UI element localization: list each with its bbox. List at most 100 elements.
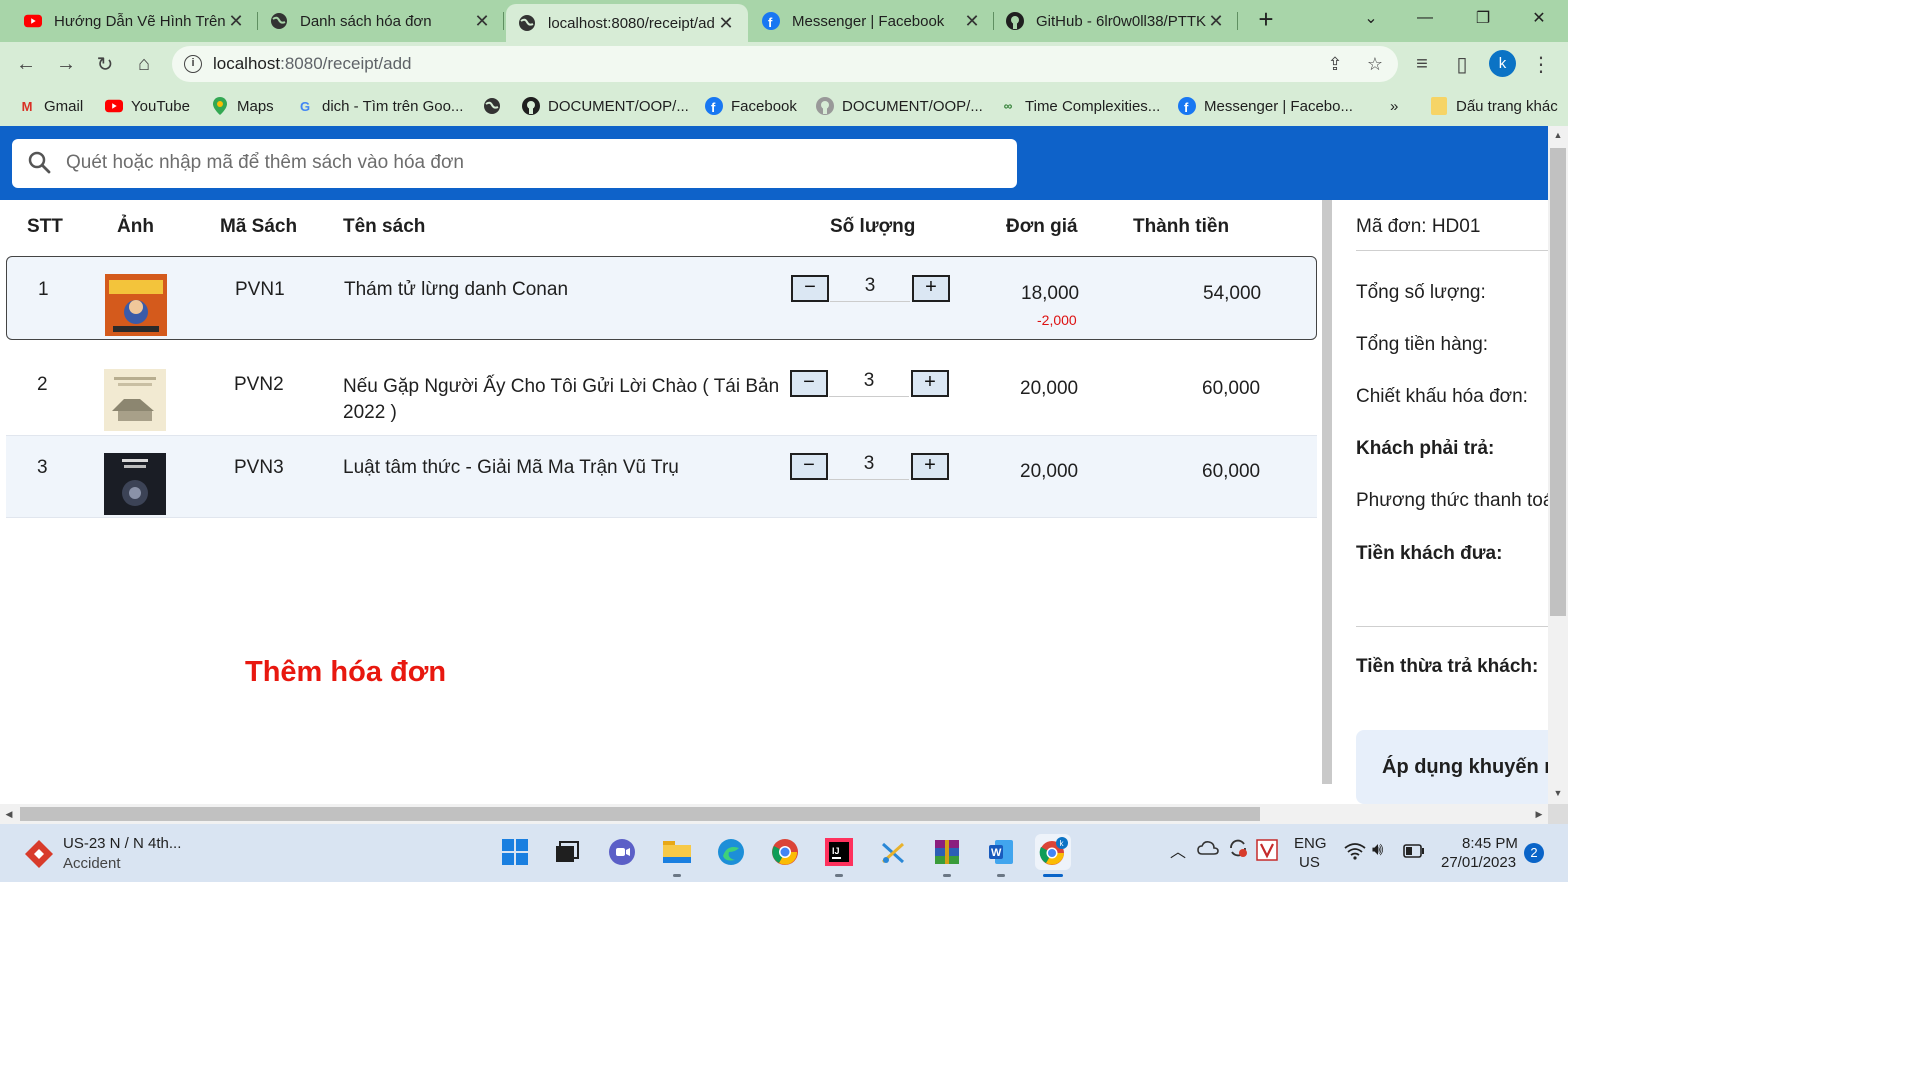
clock-date[interactable]: 27/01/2023: [1441, 854, 1516, 871]
decrease-qty-button[interactable]: −: [791, 275, 829, 302]
scroll-up-icon[interactable]: ▲: [1548, 126, 1568, 144]
url-path: :8080/receipt/add: [280, 54, 412, 73]
file-explorer-icon[interactable]: [659, 834, 695, 877]
volume-icon[interactable]: 🔊︎: [1372, 839, 1383, 860]
url-text[interactable]: localhost:8080/receipt/add: [213, 54, 412, 74]
increase-qty-button[interactable]: +: [911, 453, 949, 480]
teams-chat-icon[interactable]: [604, 834, 640, 870]
restore-button[interactable]: ❐: [1458, 0, 1508, 36]
bookmark-facebook[interactable]: f Facebook: [705, 94, 797, 118]
notification-badge[interactable]: 2: [1524, 843, 1544, 863]
table-row[interactable]: 2 PVN2 Nếu Gặp Người Ấy Cho Tôi Gửi Lời …: [6, 352, 1317, 436]
forward-icon[interactable]: →: [50, 48, 82, 80]
horizontal-scrollbar[interactable]: ◀ ▶: [0, 804, 1548, 824]
language-indicator[interactable]: ENG: [1294, 835, 1327, 852]
edge-icon[interactable]: [713, 834, 749, 870]
share-icon[interactable]: ⇪: [1325, 54, 1345, 74]
word-icon[interactable]: W: [983, 834, 1019, 877]
address-bar[interactable]: i localhost:8080/receipt/add ⇪ ☆: [172, 46, 1398, 82]
other-bookmarks[interactable]: Dấu trang khác: [1430, 94, 1558, 118]
onedrive-icon[interactable]: [1197, 840, 1219, 859]
header-image: Ảnh: [117, 216, 154, 237]
scroll-left-icon[interactable]: ◀: [0, 804, 18, 824]
close-tab-icon[interactable]: ✕: [226, 11, 246, 32]
tab-5[interactable]: GitHub - 6lr0w0ll38/PTTK ✕: [994, 0, 1238, 42]
header-qty: Số lượng: [830, 216, 916, 237]
home-icon[interactable]: ⌂: [128, 48, 160, 80]
new-tab-button[interactable]: +: [1252, 6, 1280, 34]
bookmark-youtube[interactable]: YouTube: [105, 94, 190, 118]
google-icon: G: [299, 98, 311, 114]
scroll-down-icon[interactable]: ▼: [1548, 784, 1568, 802]
search-box[interactable]: [12, 139, 1017, 188]
increase-qty-button[interactable]: +: [912, 275, 950, 302]
battery-icon[interactable]: [1403, 844, 1425, 861]
back-icon[interactable]: ←: [10, 48, 42, 80]
menu-kebab-icon[interactable]: ⋮: [1525, 48, 1557, 80]
bookmark-github-doc-1[interactable]: DOCUMENT/OOP/...: [522, 94, 689, 118]
bookmark-maps[interactable]: Maps: [211, 94, 274, 118]
payment-method-label[interactable]: Phương thức thanh toán: [1356, 490, 1548, 512]
increase-qty-button[interactable]: +: [911, 370, 949, 397]
table-row[interactable]: 3 PVN3 Luật tâm thức - Giải Mã Ma Trận V…: [6, 436, 1317, 518]
close-tab-icon[interactable]: ✕: [472, 11, 492, 32]
chrome-icon[interactable]: [767, 834, 803, 870]
sidepanel-icon[interactable]: ▯: [1446, 48, 1478, 80]
facebook-icon: f: [1178, 97, 1196, 115]
close-tab-icon[interactable]: ✕: [1206, 11, 1226, 32]
tab-search-icon[interactable]: ⌄: [1346, 0, 1396, 36]
decrease-qty-button[interactable]: −: [790, 453, 828, 480]
bookmark-github-doc-2[interactable]: DOCUMENT/OOP/...: [816, 94, 983, 118]
close-window-button[interactable]: ✕: [1514, 0, 1564, 36]
row-name: Nếu Gặp Người Ấy Cho Tôi Gửi Lời Chào ( …: [343, 376, 780, 423]
region-indicator[interactable]: US: [1299, 854, 1320, 871]
vertical-scrollbar[interactable]: ▲ ▼: [1548, 126, 1568, 804]
running-indicator: [997, 874, 1005, 877]
scroll-thumb[interactable]: [1550, 148, 1566, 616]
apply-promotion-button[interactable]: Áp dụng khuyến mãi: [1356, 730, 1548, 804]
bookmarks-overflow[interactable]: »: [1390, 94, 1398, 118]
snipping-tool-icon[interactable]: [875, 834, 911, 870]
minimize-button[interactable]: —: [1400, 0, 1450, 36]
sync-icon[interactable]: [1227, 837, 1249, 862]
chrome-profile-icon[interactable]: k: [1035, 834, 1071, 877]
qty-value[interactable]: 3: [829, 453, 909, 480]
running-indicator: [943, 874, 951, 877]
table-row[interactable]: 1 PVN1 Thám tử lừng danh Conan − 3 + 18,…: [6, 256, 1317, 340]
qty-value[interactable]: 3: [829, 370, 909, 397]
bookmark-messenger[interactable]: f Messenger | Facebo...: [1178, 94, 1353, 118]
tab-3-active[interactable]: localhost:8080/receipt/ad ✕: [506, 4, 748, 42]
show-hidden-icons[interactable]: ︿: [1170, 838, 1186, 862]
close-tab-icon[interactable]: ✕: [962, 11, 982, 32]
row-price: 20,000: [1020, 461, 1079, 482]
search-input[interactable]: [66, 149, 986, 177]
clock-time[interactable]: 8:45 PM: [1462, 835, 1518, 852]
profile-avatar[interactable]: k: [1489, 50, 1516, 77]
weather-title[interactable]: US-23 N / N 4th...: [63, 835, 181, 852]
bookmark-gmail[interactable]: M Gmail: [18, 94, 84, 118]
tab-2[interactable]: Danh sách hóa đơn ✕: [258, 0, 504, 42]
tab-1[interactable]: Hướng Dẫn Vẽ Hình Trên ✕: [12, 0, 258, 42]
bookmark-time-complexities[interactable]: ∞ Time Complexities...: [999, 94, 1161, 118]
decrease-qty-button[interactable]: −: [790, 370, 828, 397]
site-info-icon[interactable]: i: [184, 55, 202, 73]
task-view-icon[interactable]: [549, 834, 585, 870]
reload-icon[interactable]: ↻: [89, 48, 121, 80]
bookmark-google-search[interactable]: G dich - Tìm trên Goo...: [296, 94, 464, 118]
media-icon[interactable]: ≡: [1406, 48, 1438, 80]
qty-value[interactable]: 3: [830, 275, 910, 302]
bookmark-star-icon[interactable]: ☆: [1365, 54, 1385, 74]
tab-4[interactable]: f Messenger | Facebook ✕: [750, 0, 994, 42]
intellij-icon[interactable]: IJ: [821, 834, 857, 877]
vivaldi-icon[interactable]: [1256, 839, 1278, 864]
wifi-icon[interactable]: [1344, 842, 1366, 863]
scroll-right-icon[interactable]: ▶: [1530, 804, 1548, 824]
close-tab-icon[interactable]: ✕: [716, 13, 736, 34]
windows-start-icon[interactable]: [497, 834, 533, 870]
winrar-icon[interactable]: [929, 834, 965, 877]
traffic-alert-icon[interactable]: [24, 839, 54, 874]
tab-strip: Hướng Dẫn Vẽ Hình Trên ✕ Danh sách hóa đ…: [0, 0, 1568, 42]
scroll-thumb[interactable]: [20, 807, 1260, 821]
bookmark-globe[interactable]: [483, 94, 509, 118]
cash-given-label: Tiền khách đưa:: [1356, 543, 1503, 564]
